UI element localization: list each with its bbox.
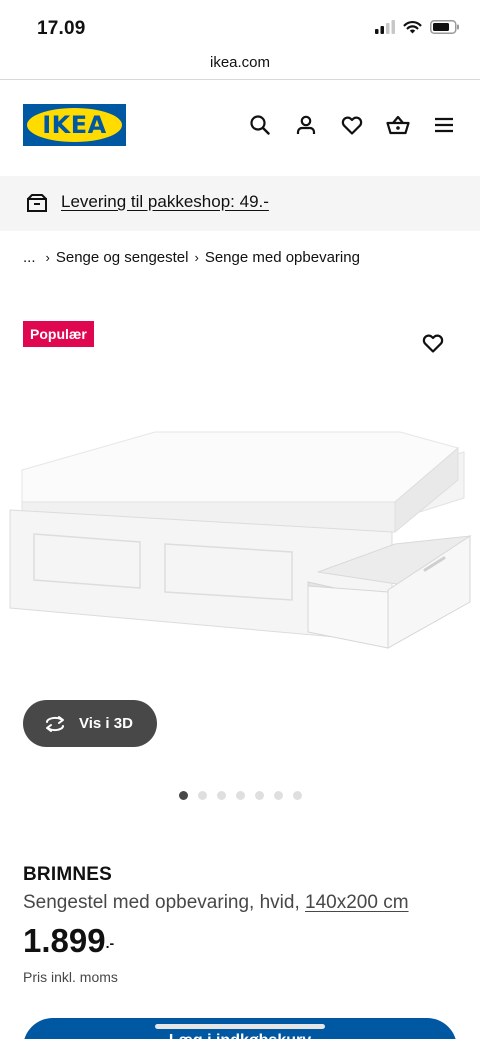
status-icons [375,20,460,34]
carousel-dot[interactable] [255,791,264,800]
header-icons [248,113,456,137]
wifi-icon [403,21,422,34]
breadcrumb-item-senge-med-opbevaring[interactable]: Senge med opbevaring [205,249,360,266]
carousel-dot[interactable] [198,791,207,800]
site-header: IKEA [0,80,480,176]
chevron-right-icon: › [45,250,50,265]
carousel-dot[interactable] [236,791,245,800]
profile-icon[interactable] [294,113,318,137]
parcel-box-icon [27,194,47,212]
product-description: Sengestel med opbevaring, hvid, 140x200 … [23,892,409,914]
favourite-heart-icon[interactable] [421,331,445,355]
breadcrumb: ... › Senge og sengestel › Senge med opb… [23,249,360,266]
price-note: Pris inkl. moms [23,969,118,985]
product-size-link[interactable]: 140x200 cm [305,892,409,913]
heart-icon[interactable] [340,113,364,137]
breadcrumb-item-senge-og-sengestel[interactable]: Senge og sengestel [56,249,189,266]
signal-icon [375,20,395,34]
browser-url[interactable]: ikea.com [0,50,480,80]
carousel-dot[interactable] [293,791,302,800]
status-time: 17.09 [37,18,86,39]
status-bar: 17.09 [0,0,480,50]
carousel-dot[interactable] [217,791,226,800]
view-in-3d-label: Vis i 3D [79,715,133,732]
popular-badge: Populær [23,321,94,347]
rotate-3d-icon [46,715,64,732]
view-in-3d-button[interactable]: Vis i 3D [23,700,157,747]
basket-icon[interactable] [386,113,410,137]
chevron-right-icon: › [194,250,199,265]
product-description-text: Sengestel med opbevaring, hvid, [23,892,300,913]
ikea-logo[interactable]: IKEA [23,104,126,146]
carousel-dot[interactable] [274,791,283,800]
search-icon[interactable] [248,113,272,137]
product-name: BRIMNES [23,864,113,885]
delivery-banner[interactable]: Levering til pakkeshop: 49.- [0,176,480,231]
battery-icon [430,20,459,34]
breadcrumb-ellipsis[interactable]: ... [23,249,36,266]
logo-text: IKEA [42,111,107,139]
carousel-indicator [179,791,302,800]
price-value: 1.899 [23,922,106,959]
product-price: 1.899.- [23,922,114,960]
menu-icon[interactable] [432,113,456,137]
carousel-dot[interactable] [179,791,188,800]
home-indicator [155,1024,325,1029]
price-suffix: .- [105,935,115,951]
delivery-link[interactable]: Levering til pakkeshop: 49.- [61,192,269,212]
product-image[interactable] [0,410,480,670]
